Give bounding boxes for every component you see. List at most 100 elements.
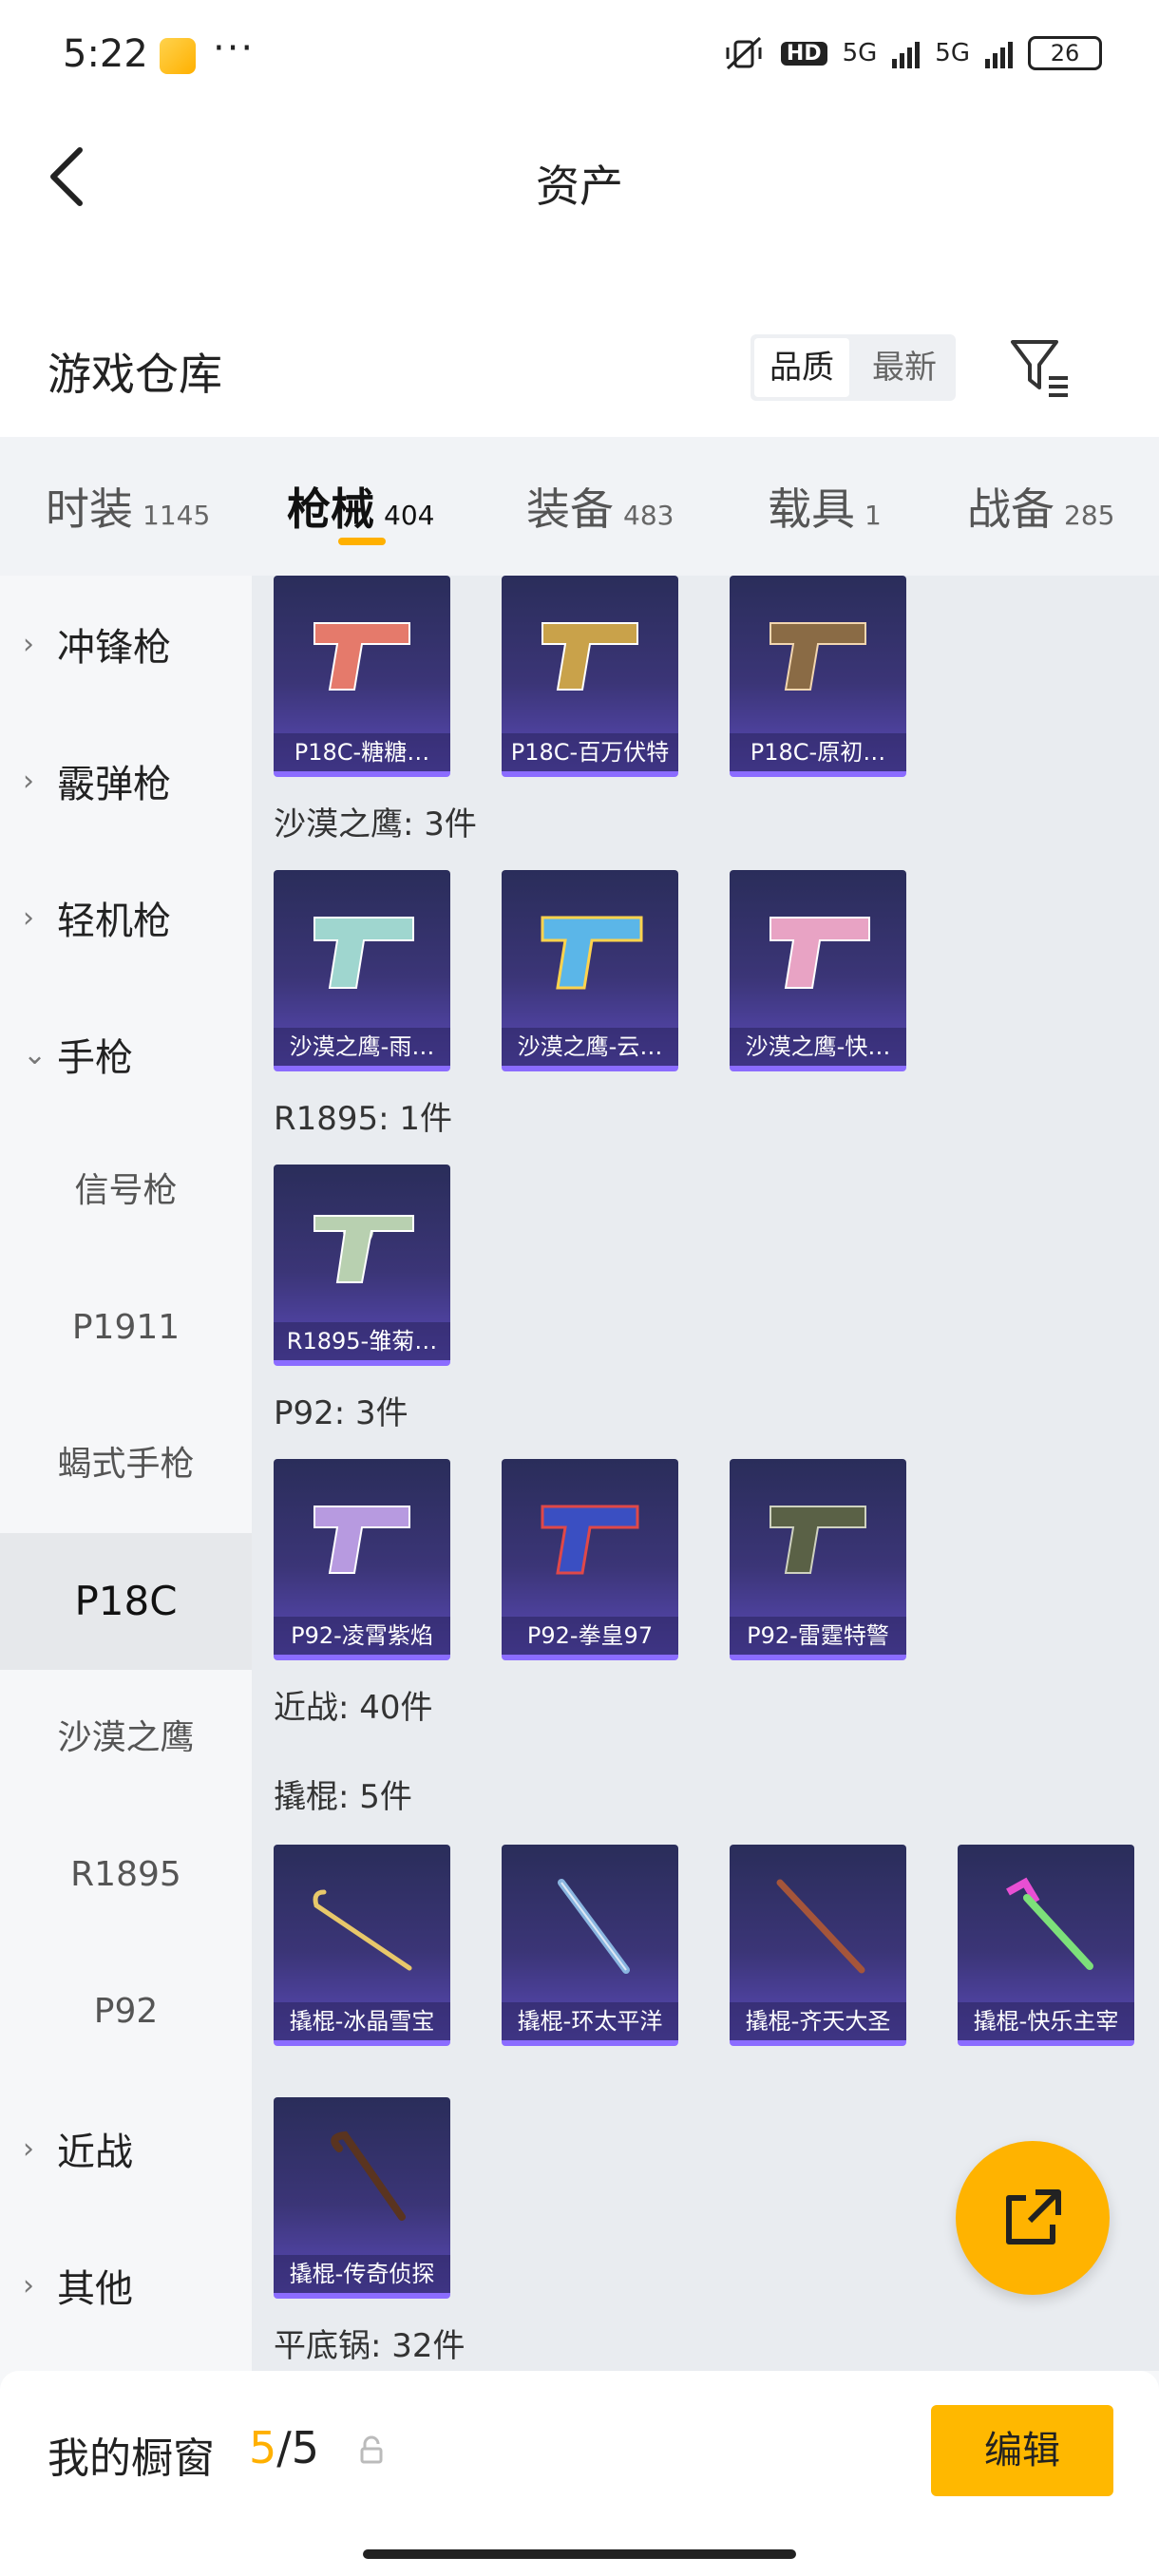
item-card[interactable]: P92-雷霆特警 bbox=[730, 1459, 906, 1660]
share-fab-button[interactable] bbox=[956, 2141, 1110, 2295]
chevron-right-icon: › bbox=[23, 764, 34, 798]
category-tabs: 时装 1145 枪械 404 装备 483 载具 1 战备 285 bbox=[0, 437, 1159, 576]
showcase-label: 我的橱窗 bbox=[48, 2434, 215, 2483]
warehouse-header: 游戏仓库 品质 最新 bbox=[0, 247, 1159, 437]
tab-label: 载具 bbox=[768, 483, 855, 535]
item-label: 撬棍-环太平洋 bbox=[502, 2002, 678, 2040]
sidebar-sub-desert-eagle[interactable]: 沙漠之鹰 bbox=[0, 1670, 252, 1807]
active-tab-indicator bbox=[338, 538, 386, 545]
sidebar-item-pistol[interactable]: ⌄ 手枪 bbox=[0, 986, 252, 1123]
tab-label: 时装 bbox=[46, 483, 133, 535]
item-card[interactable]: R1895-雏菊… bbox=[274, 1165, 450, 1366]
section-title-crowbar: 撬棍: 5件 bbox=[274, 1778, 412, 1816]
home-indicator[interactable] bbox=[363, 2549, 796, 2559]
signal-icon-1 bbox=[892, 38, 921, 68]
item-label: P18C-百万伏特 bbox=[502, 733, 678, 771]
item-card[interactable]: 沙漠之鹰-雨… bbox=[274, 870, 450, 1071]
item-card[interactable]: 撬棍-冰晶雪宝 bbox=[274, 1845, 450, 2046]
item-label: 撬棍-齐天大圣 bbox=[730, 2002, 906, 2040]
signal-icon-2 bbox=[985, 38, 1013, 68]
pistol-icon bbox=[770, 917, 870, 989]
item-label: 撬棍-冰晶雪宝 bbox=[274, 2002, 450, 2040]
pistol-icon bbox=[770, 1506, 866, 1574]
item-card[interactable]: 撬棍-传奇侦探 bbox=[274, 2097, 450, 2299]
chevron-right-icon: › bbox=[23, 2268, 34, 2302]
item-label: P18C-原初… bbox=[730, 733, 906, 771]
nav-bar: 资产 bbox=[0, 104, 1159, 247]
sidebar-item-melee[interactable]: › 近战 bbox=[0, 2080, 252, 2217]
item-card[interactable]: 撬棍-快乐主宰 bbox=[958, 1845, 1134, 2046]
section-title-frying-pan: 平底锅: 32件 bbox=[274, 2327, 466, 2365]
pistol-icon bbox=[541, 916, 643, 990]
item-label: 沙漠之鹰-雨… bbox=[274, 1028, 450, 1066]
tab-label: 装备 bbox=[526, 483, 614, 535]
item-card[interactable]: P92-凌霄紫焰 bbox=[274, 1459, 450, 1660]
item-label: P18C-糖糖… bbox=[274, 733, 450, 771]
sidebar-sub-flare-gun[interactable]: 信号枪 bbox=[0, 1123, 252, 1260]
tab-fashion[interactable]: 时装 1145 bbox=[46, 475, 210, 538]
pistol-icon bbox=[542, 622, 638, 691]
sidebar-sub-p18c[interactable]: P18C bbox=[0, 1533, 252, 1670]
sidebar-item-label: 冲锋枪 bbox=[57, 626, 171, 670]
item-card[interactable]: 撬棍-环太平洋 bbox=[502, 1845, 678, 2046]
staff-icon bbox=[776, 1879, 865, 1974]
sidebar-sub-r1895[interactable]: R1895 bbox=[0, 1807, 252, 1943]
item-label: 沙漠之鹰-云… bbox=[502, 1028, 678, 1066]
tab-count: 1 bbox=[864, 500, 882, 531]
tab-equipment[interactable]: 装备 483 bbox=[526, 475, 674, 538]
item-card[interactable]: P18C-百万伏特 bbox=[502, 576, 678, 777]
item-card[interactable]: 沙漠之鹰-云… bbox=[502, 870, 678, 1071]
sort-by-latest[interactable]: 最新 bbox=[857, 338, 952, 397]
item-label: 撬棍-传奇侦探 bbox=[274, 2255, 450, 2293]
sidebar-item-label: 轻机枪 bbox=[57, 900, 171, 943]
pistol-icon bbox=[314, 917, 414, 989]
sidebar-sub-p1911[interactable]: P1911 bbox=[0, 1260, 252, 1396]
sidebar-item-label: 其他 bbox=[57, 2267, 133, 2311]
status-time: 5:22 bbox=[63, 32, 148, 76]
crowbar-icon bbox=[313, 1889, 412, 1971]
pistol-icon bbox=[541, 1505, 639, 1575]
tab-supplies[interactable]: 战备 285 bbox=[967, 475, 1114, 538]
tab-firearms[interactable]: 枪械 404 bbox=[287, 475, 434, 538]
sort-by-quality[interactable]: 品质 bbox=[754, 338, 849, 397]
item-grid: P18C-糖糖… P18C-百万伏特 P18C-原初… 沙漠之鹰: 3件 沙漠之… bbox=[252, 576, 1159, 2371]
edit-button[interactable]: 编辑 bbox=[931, 2405, 1113, 2496]
item-card[interactable]: 撬棍-齐天大圣 bbox=[730, 1845, 906, 2046]
lock-icon bbox=[360, 2435, 383, 2464]
item-card[interactable]: P18C-糖糖… bbox=[274, 576, 450, 777]
item-card[interactable]: P92-拳皇97 bbox=[502, 1459, 678, 1660]
status-bar: 5:22 ··· HD 5G 5G 26 bbox=[0, 0, 1159, 104]
blade-icon bbox=[558, 1879, 630, 1974]
item-label: 撬棍-快乐主宰 bbox=[958, 2002, 1134, 2040]
filter-icon[interactable] bbox=[1007, 334, 1074, 401]
battery-icon: 26 bbox=[1028, 36, 1102, 70]
warehouse-title: 游戏仓库 bbox=[48, 349, 222, 400]
item-card[interactable]: P18C-原初… bbox=[730, 576, 906, 777]
showcase-count-current: 5 bbox=[249, 2422, 277, 2473]
showcase-count-separator: / bbox=[276, 2422, 292, 2473]
section-title-melee: 近战: 40件 bbox=[274, 1689, 433, 1727]
revolver-icon bbox=[314, 1215, 414, 1283]
sidebar-item-smg[interactable]: › 冲锋枪 bbox=[0, 576, 252, 712]
showcase-count: 5/5 bbox=[249, 2422, 319, 2473]
pistol-icon bbox=[314, 1506, 410, 1574]
sidebar-sub-scorpion[interactable]: 蝎式手枪 bbox=[0, 1396, 252, 1533]
tab-count: 285 bbox=[1064, 500, 1115, 531]
category-sidebar: › 冲锋枪 › 霰弹枪 › 轻机枪 ⌄ 手枪 信号枪 P1911 蝎式手枪 P18C 沙… bbox=[0, 576, 252, 2371]
section-title-r1895: R1895: 1件 bbox=[274, 1100, 453, 1138]
notification-app-icon bbox=[160, 38, 196, 74]
chevron-right-icon: › bbox=[23, 2131, 34, 2166]
sidebar-item-shotgun[interactable]: › 霰弹枪 bbox=[0, 712, 252, 849]
sidebar-item-label: 手枪 bbox=[57, 1036, 133, 1080]
chevron-down-icon: ⌄ bbox=[23, 1037, 48, 1071]
sidebar-item-other[interactable]: › 其他 bbox=[0, 2217, 252, 2354]
cane-icon bbox=[331, 2131, 406, 2221]
sidebar-sub-p92[interactable]: P92 bbox=[0, 1943, 252, 2080]
more-notifications-icon: ··· bbox=[213, 27, 256, 70]
chevron-right-icon: › bbox=[23, 900, 34, 935]
sidebar-item-lmg[interactable]: › 轻机枪 bbox=[0, 849, 252, 986]
item-card[interactable]: 沙漠之鹰-快… bbox=[730, 870, 906, 1071]
tab-label: 战备 bbox=[967, 483, 1054, 535]
tab-count: 404 bbox=[384, 500, 435, 531]
tab-vehicles[interactable]: 载具 1 bbox=[768, 475, 882, 538]
